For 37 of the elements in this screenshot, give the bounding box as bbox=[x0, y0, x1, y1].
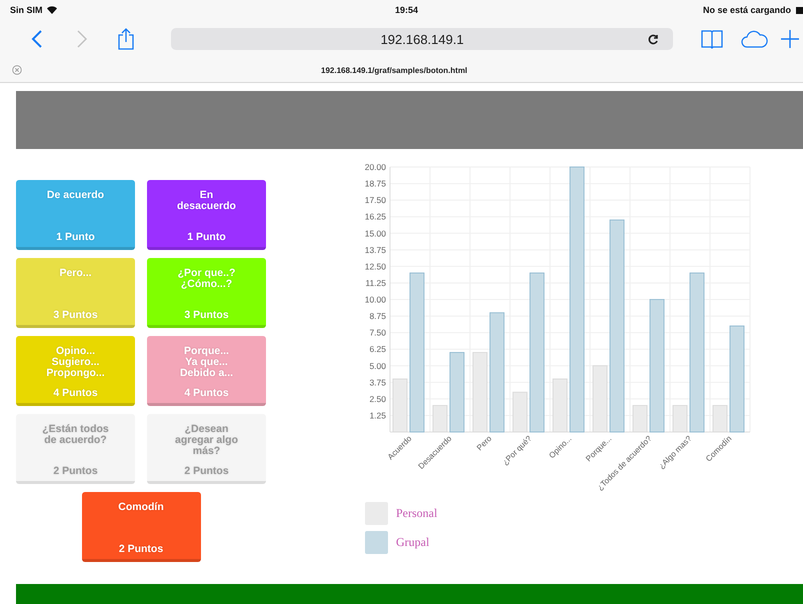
y-tick-label: 3.75 bbox=[369, 377, 386, 388]
battery-status-text: No se está cargando bbox=[702, 5, 791, 15]
y-tick-label: 12.50 bbox=[364, 261, 386, 272]
y-tick-label: 11.25 bbox=[365, 278, 386, 288]
legend-label: Personal bbox=[396, 506, 438, 521]
share-button[interactable] bbox=[116, 28, 136, 50]
answer-button[interactable]: Opino... Sugiero... Propongo... 4 Puntos bbox=[16, 336, 135, 406]
answer-button[interactable]: Porque... Ya que... Debido a... 4 Puntos bbox=[147, 336, 266, 406]
answer-button[interactable]: ¿Por que..? ¿Cómo...? 3 Puntos bbox=[147, 258, 266, 328]
wifi-icon bbox=[46, 6, 57, 14]
battery-icon bbox=[795, 6, 803, 14]
carrier-text: Sin SIM bbox=[10, 5, 43, 15]
answer-button[interactable]: Comodín 2 Puntos bbox=[82, 492, 200, 562]
y-tick-label: 2.50 bbox=[369, 394, 386, 404]
y-tick-label: 15.00 bbox=[364, 228, 386, 238]
y-tick-label: 5.00 bbox=[369, 360, 386, 371]
y-tick-label: 13.75 bbox=[364, 244, 386, 255]
answer-button[interactable]: ¿Están todos de acuerdo? 2 Puntos bbox=[16, 414, 135, 484]
y-tick-label: 6.25 bbox=[369, 344, 386, 354]
y-tick-label: 7.50 bbox=[369, 328, 386, 338]
page-url-text: 192.168.149.1/graf/samples/boton.html bbox=[321, 66, 468, 74]
address-field[interactable]: 192.168.149.1 bbox=[171, 28, 674, 50]
y-tick-label: 1.25 bbox=[369, 410, 386, 420]
answer-button[interactable]: ¿Desean agregar algo más? 2 Puntos bbox=[147, 414, 266, 484]
answer-button[interactable]: De acuerdo 1 Punto bbox=[16, 180, 135, 250]
y-tick-label: 16.25 bbox=[364, 212, 386, 222]
clock-text: 19:54 bbox=[394, 5, 418, 15]
reload-icon[interactable] bbox=[648, 34, 660, 45]
y-tick-label: 20.00 bbox=[364, 162, 386, 172]
answer-button[interactable]: Pero... 3 Puntos bbox=[16, 258, 135, 328]
legend-label: Grupal bbox=[396, 535, 430, 550]
y-tick-label: 8.75 bbox=[369, 311, 386, 322]
y-tick-label: 18.75 bbox=[364, 178, 386, 189]
answer-button[interactable]: En desacuerdo 1 Punto bbox=[147, 180, 266, 250]
y-tick-label: 10.00 bbox=[364, 294, 386, 304]
close-icon[interactable] bbox=[12, 65, 22, 75]
y-tick-label: 17.50 bbox=[364, 195, 386, 206]
